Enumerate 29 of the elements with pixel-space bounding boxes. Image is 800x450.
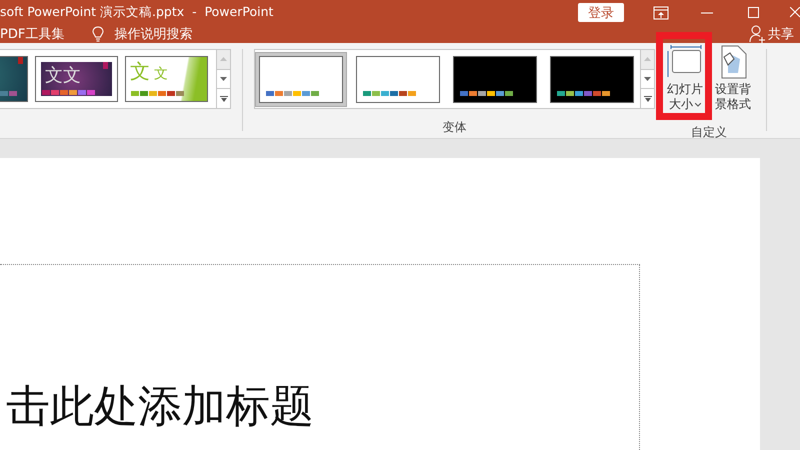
scroll-down-button[interactable]: [217, 70, 230, 90]
thumbnail-subtitle: 文: [154, 65, 168, 83]
window-title: soft PowerPoint 演示文稿.pptx - PowerPoint: [0, 4, 274, 21]
group-label: 变体: [442, 119, 466, 136]
more-icon: [644, 96, 652, 102]
thumbnail-title: 文文: [45, 64, 81, 87]
placeholder-text: 击此处添加标题: [6, 381, 314, 432]
down-arrow-icon: [220, 77, 227, 81]
down-arrow-icon: [644, 77, 651, 81]
thumbnail-title: 文: [130, 58, 150, 85]
minimize-icon[interactable]: [701, 12, 713, 14]
tell-me-search[interactable]: 操作说明搜索: [114, 25, 192, 43]
ribbon-display-icon[interactable]: [653, 6, 669, 20]
sign-in-button[interactable]: 登录: [578, 3, 624, 22]
up-arrow-icon: [644, 57, 651, 62]
lightbulb-icon[interactable]: [92, 26, 104, 42]
share-button[interactable]: 共享: [749, 25, 800, 43]
corner-tag: [18, 57, 23, 64]
up-arrow-icon: [220, 57, 227, 62]
scroll-down-button[interactable]: [641, 70, 654, 90]
maximize-icon[interactable]: [748, 7, 758, 18]
title-placeholder[interactable]: 击此处添加标题: [0, 264, 640, 450]
ribbon-tab[interactable]: PDF工具集: [0, 25, 64, 43]
close-icon[interactable]: [790, 7, 800, 18]
more-icon: [220, 96, 228, 102]
group-label: 自定义: [691, 124, 727, 141]
slide-size-button[interactable]: 幻灯片 大小: [663, 43, 707, 114]
format-background-button[interactable]: 设置背 景格式: [711, 43, 755, 114]
corner-tag: [103, 62, 108, 69]
